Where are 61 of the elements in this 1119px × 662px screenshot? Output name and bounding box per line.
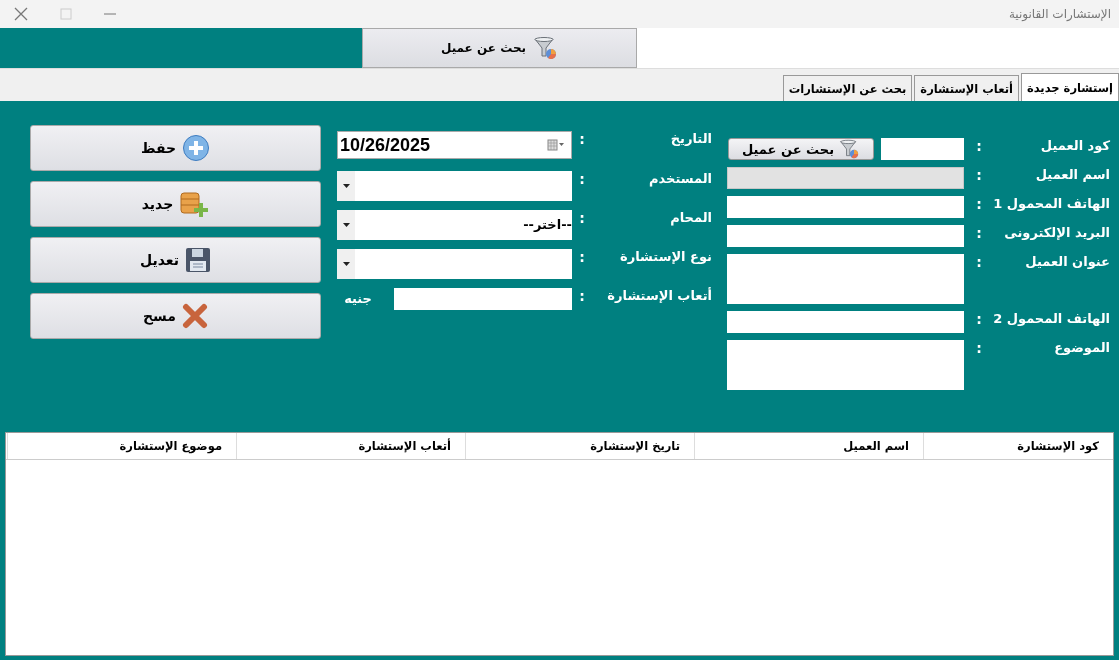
colon: : [975,225,983,241]
plus-circle-icon [182,134,211,162]
window-title: الإستشارات القانونية [1008,7,1111,21]
colon: : [578,249,586,265]
action-button[interactable]: جديد [30,181,321,227]
action-button[interactable]: حفظ [30,125,321,171]
colon: : [975,167,983,183]
action-button[interactable]: تعديل [30,237,321,283]
input-field[interactable] [727,311,964,333]
field-label: البريد الإلكترونى [1003,225,1110,240]
field-label: عنوان العميل [1024,254,1110,269]
input-field[interactable] [881,138,964,160]
field-label: كود العميل [1039,138,1110,153]
date-picker[interactable]: 10/26/2025 [337,131,572,159]
minimize-icon[interactable] [104,13,116,15]
field-label: المستخدم [648,171,712,186]
maximize-icon[interactable] [60,8,72,20]
column-header[interactable]: أتعاب الإستشارة [236,433,465,459]
calendar-icon[interactable] [547,139,565,151]
column-header[interactable]: موضوع الإستشارة [7,433,236,459]
colon: : [975,254,983,270]
field-label: نوع الإستشارة [619,249,712,264]
field-label: الهاتف المحمول 2 [994,311,1110,326]
colon: : [975,311,983,327]
field-label: الموضوع [1053,340,1110,355]
field-label: التاريخ [669,131,712,146]
tab[interactable]: أتعاب الإستشارة [914,75,1019,101]
delete-x-icon [182,303,208,329]
colon: : [578,131,586,147]
currency-label: جنيه [344,291,373,306]
text-area[interactable] [727,340,964,390]
colon: : [975,340,983,356]
colon: : [578,288,586,304]
column-header[interactable]: كود الإستشارة [923,433,1113,459]
colon: : [975,138,983,154]
dropdown-arrow-icon[interactable] [342,184,350,188]
column-header[interactable]: اسم العميل [694,433,923,459]
field-label: المحام [669,210,712,225]
funnel-icon [532,36,559,60]
tab[interactable]: بحث عن الإستشارات [782,75,913,101]
funnel-icon [838,139,861,159]
dropdown-arrow-icon[interactable] [342,223,350,227]
search-client-button[interactable]: بحث عن عميل [362,28,637,68]
dropdown-arrow-icon[interactable] [342,262,350,266]
colon: : [578,171,586,187]
input-field[interactable] [727,196,964,218]
database-plus-icon [179,190,210,218]
colon: : [975,196,983,212]
colon: : [578,210,586,226]
dropdown[interactable]: --اختر-- [337,210,572,240]
close-icon[interactable] [14,7,28,21]
text-area[interactable] [727,254,964,304]
search-client-button[interactable]: بحث عن عميل [728,138,874,160]
tab[interactable]: إستشارة جديدة [1020,73,1119,101]
input-field[interactable] [727,225,964,247]
field-label: الهاتف المحمول 1 [994,196,1110,211]
column-header[interactable]: تاريخ الإستشارة [465,433,694,459]
action-button[interactable]: مسح [30,293,321,339]
field-label: أتعاب الإستشارة [606,288,712,303]
input-field[interactable] [394,288,572,310]
field-label: اسم العميل [1034,167,1110,182]
